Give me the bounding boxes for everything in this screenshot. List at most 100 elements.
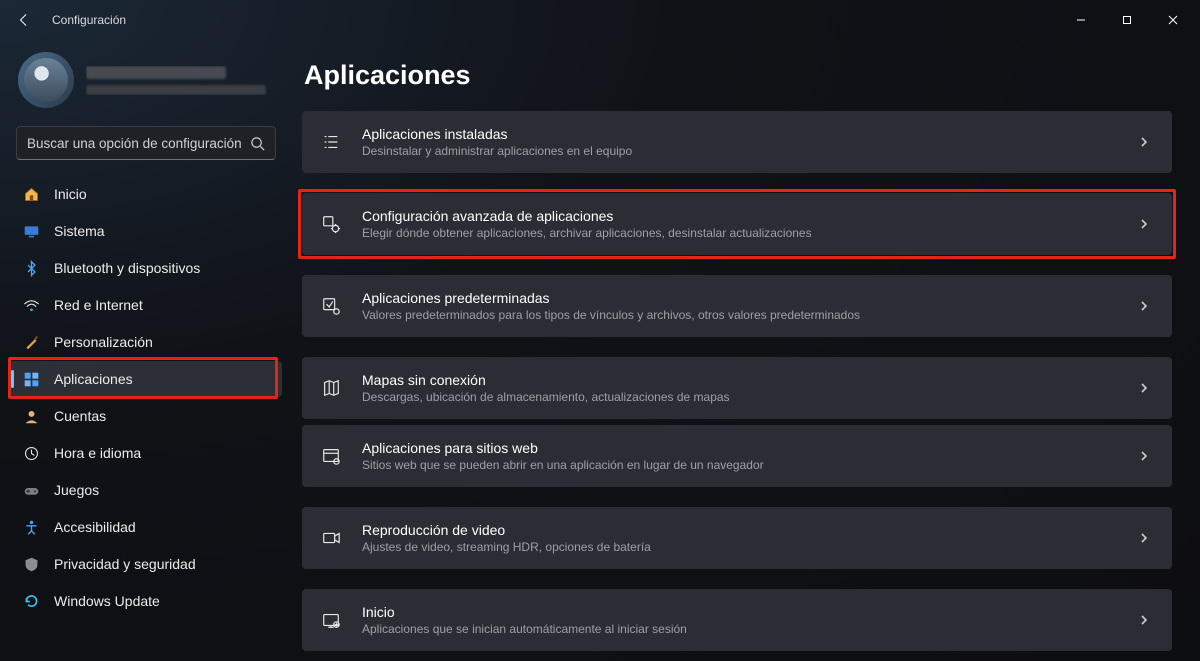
sidebar-item-label: Privacidad y seguridad: [54, 556, 196, 572]
card-title: Aplicaciones predeterminadas: [362, 290, 1138, 307]
maximize-button[interactable]: [1104, 4, 1150, 36]
apps-icon: [22, 370, 40, 388]
chevron-right-icon: [1138, 135, 1152, 149]
sidebar-item-bt[interactable]: Bluetooth y dispositivos: [10, 250, 282, 286]
home-icon: [22, 185, 40, 203]
card-list: Aplicaciones instaladasDesinstalar y adm…: [302, 111, 1172, 651]
startup-icon: [320, 609, 342, 631]
card-maps[interactable]: Mapas sin conexiónDescargas, ubicación d…: [302, 357, 1172, 419]
sidebar-item-label: Red e Internet: [54, 297, 143, 313]
card-title: Reproducción de video: [362, 522, 1138, 539]
sidebar-item-priv[interactable]: Privacidad y seguridad: [10, 546, 282, 582]
sidebar-item-wu[interactable]: Windows Update: [10, 583, 282, 619]
sidebar-item-time[interactable]: Hora e idioma: [10, 435, 282, 471]
sidebar-item-game[interactable]: Juegos: [10, 472, 282, 508]
back-button[interactable]: [10, 6, 38, 34]
user-icon: [22, 407, 40, 425]
sidebar-item-label: Bluetooth y dispositivos: [54, 260, 200, 276]
card-startup[interactable]: InicioAplicaciones que se inician automá…: [302, 589, 1172, 651]
main-content: Aplicaciones Aplicaciones instaladasDesi…: [288, 40, 1200, 661]
clock-icon: [22, 444, 40, 462]
list-icon: [320, 131, 342, 153]
sidebar: Buscar una opción de configuración Inici…: [0, 40, 288, 661]
check-icon: [320, 295, 342, 317]
sidebar-item-label: Inicio: [54, 186, 87, 202]
sidebar-item-label: Aplicaciones: [54, 371, 133, 387]
a11y-icon: [22, 518, 40, 536]
card-subtitle: Ajustes de video, streaming HDR, opcione…: [362, 540, 1138, 554]
sidebar-item-label: Personalización: [54, 334, 153, 350]
profile-block[interactable]: [10, 46, 282, 122]
wifi-icon: [22, 296, 40, 314]
search-icon: [250, 136, 265, 151]
titlebar-left: Configuración: [10, 6, 126, 34]
card-subtitle: Desinstalar y administrar aplicaciones e…: [362, 144, 1138, 158]
chevron-right-icon: [1138, 217, 1152, 231]
card-title: Inicio: [362, 604, 1138, 621]
sidebar-item-label: Accesibilidad: [54, 519, 136, 535]
brush-icon: [22, 333, 40, 351]
profile-text: [86, 66, 274, 95]
bt-icon: [22, 259, 40, 277]
sidebar-item-label: Windows Update: [54, 593, 160, 609]
update-icon: [22, 592, 40, 610]
card-text: Aplicaciones instaladasDesinstalar y adm…: [362, 126, 1138, 159]
system-icon: [22, 222, 40, 240]
search-input[interactable]: Buscar una opción de configuración: [16, 126, 276, 160]
gear-icon: [320, 213, 342, 235]
card-subtitle: Valores predeterminados para los tipos d…: [362, 308, 1138, 322]
chevron-right-icon: [1138, 449, 1152, 463]
video-icon: [320, 527, 342, 549]
sidebar-item-label: Hora e idioma: [54, 445, 141, 461]
card-text: Configuración avanzada de aplicacionesEl…: [362, 208, 1138, 241]
avatar: [18, 52, 74, 108]
chevron-right-icon: [1138, 531, 1152, 545]
card-title: Aplicaciones para sitios web: [362, 440, 1138, 457]
chevron-right-icon: [1138, 613, 1152, 627]
window-title: Configuración: [52, 13, 126, 27]
sidebar-item-system[interactable]: Sistema: [10, 213, 282, 249]
game-icon: [22, 481, 40, 499]
chevron-right-icon: [1138, 381, 1152, 395]
search-placeholder: Buscar una opción de configuración: [27, 136, 242, 151]
map-icon: [320, 377, 342, 399]
page-title: Aplicaciones: [304, 60, 1172, 91]
sidebar-item-net[interactable]: Red e Internet: [10, 287, 282, 323]
sidebar-item-label: Sistema: [54, 223, 105, 239]
sidebar-item-home[interactable]: Inicio: [10, 176, 282, 212]
card-text: Aplicaciones predeterminadasValores pred…: [362, 290, 1138, 323]
card-defaults[interactable]: Aplicaciones predeterminadasValores pred…: [302, 275, 1172, 337]
card-text: Aplicaciones para sitios webSitios web q…: [362, 440, 1138, 473]
sidebar-item-a11y[interactable]: Accesibilidad: [10, 509, 282, 545]
card-video[interactable]: Reproducción de videoAjustes de video, s…: [302, 507, 1172, 569]
sidebar-item-acc[interactable]: Cuentas: [10, 398, 282, 434]
sidebar-item-label: Juegos: [54, 482, 99, 498]
shield-icon: [22, 555, 40, 573]
card-advanced[interactable]: Configuración avanzada de aplicacionesEl…: [302, 193, 1172, 255]
arrow-left-icon: [17, 13, 31, 27]
card-text: Mapas sin conexiónDescargas, ubicación d…: [362, 372, 1138, 405]
chevron-right-icon: [1138, 299, 1152, 313]
card-title: Configuración avanzada de aplicaciones: [362, 208, 1138, 225]
card-subtitle: Sitios web que se pueden abrir en una ap…: [362, 458, 1138, 472]
card-text: InicioAplicaciones que se inician automá…: [362, 604, 1138, 637]
card-subtitle: Aplicaciones que se inician automáticame…: [362, 622, 1138, 636]
nav-list: Inicio Sistema Bluetooth y dispositivos Red…: [10, 176, 282, 619]
window-controls: [1058, 4, 1196, 36]
sidebar-item-apps[interactable]: Aplicaciones: [10, 361, 282, 397]
card-installed[interactable]: Aplicaciones instaladasDesinstalar y adm…: [302, 111, 1172, 173]
titlebar: Configuración: [0, 0, 1200, 40]
sidebar-item-pers[interactable]: Personalización: [10, 324, 282, 360]
card-subtitle: Elegir dónde obtener aplicaciones, archi…: [362, 226, 1138, 240]
profile-email-redacted: [86, 85, 266, 95]
sidebar-item-label: Cuentas: [54, 408, 106, 424]
card-subtitle: Descargas, ubicación de almacenamiento, …: [362, 390, 1138, 404]
profile-name-redacted: [86, 66, 226, 79]
card-title: Mapas sin conexión: [362, 372, 1138, 389]
close-button[interactable]: [1150, 4, 1196, 36]
card-websites[interactable]: Aplicaciones para sitios webSitios web q…: [302, 425, 1172, 487]
globe-icon: [320, 445, 342, 467]
card-text: Reproducción de videoAjustes de video, s…: [362, 522, 1138, 555]
card-title: Aplicaciones instaladas: [362, 126, 1138, 143]
minimize-button[interactable]: [1058, 4, 1104, 36]
